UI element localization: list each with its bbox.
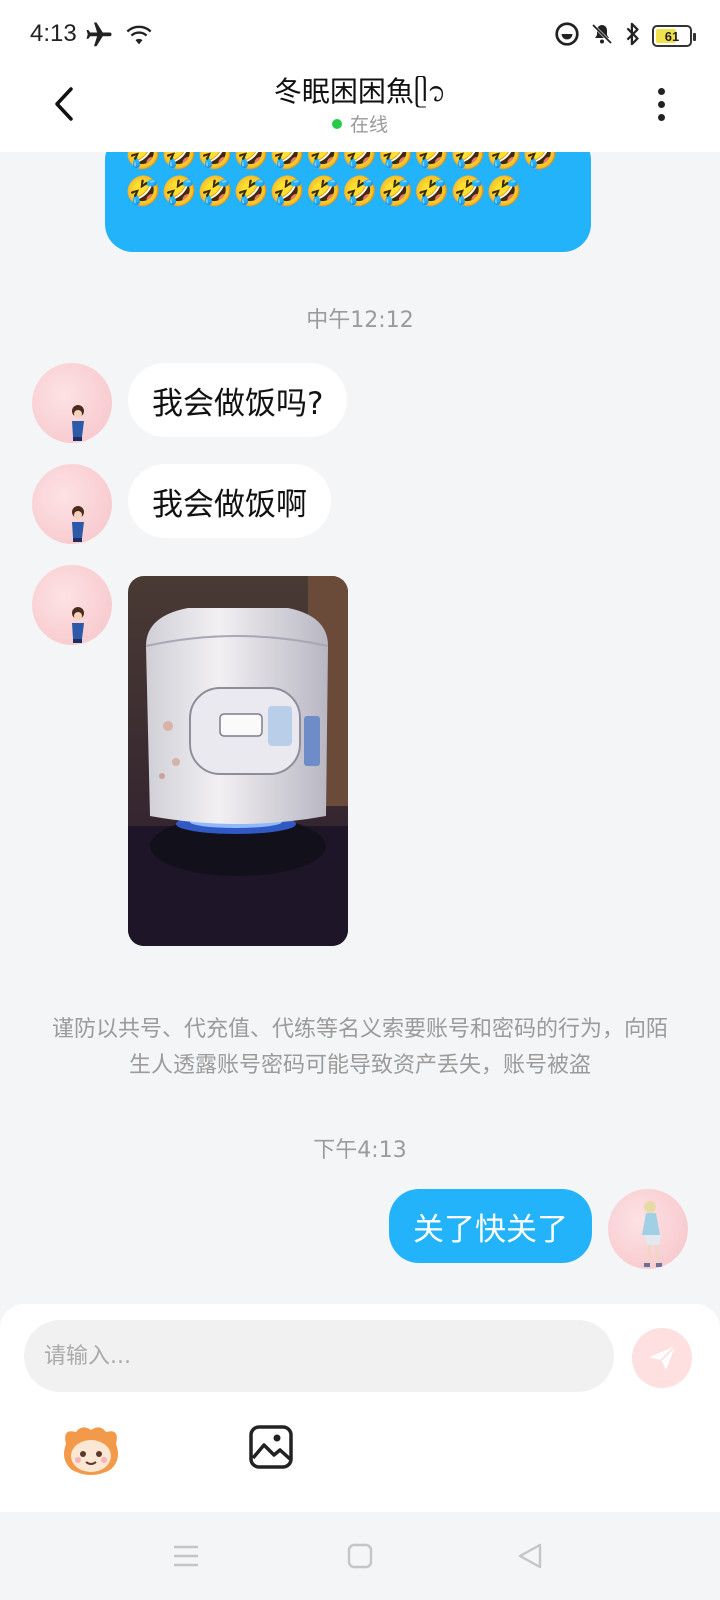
message-bubble[interactable]: 我会做饭吗?: [128, 363, 348, 437]
battery-icon: 61: [652, 25, 696, 47]
timestamp: 中午12:12: [306, 308, 414, 333]
timestamp: 下午4:13: [313, 1138, 407, 1163]
back-nav-button[interactable]: [512, 1538, 548, 1574]
input-panel: [0, 1304, 720, 1512]
anime-character-avatar-icon: [72, 506, 84, 542]
photo-message[interactable]: [128, 576, 348, 946]
rice-cooker-photo-icon: [128, 576, 348, 946]
message-bubble[interactable]: 我会做饭啊: [128, 464, 331, 538]
anime-character-avatar-icon: [72, 607, 84, 643]
emoji-mascot-button[interactable]: [60, 1424, 122, 1478]
home-icon: [347, 1543, 373, 1569]
system-navigation-bar: [0, 1512, 720, 1600]
message-bubble-emojis[interactable]: 🤣🤣🤣🤣🤣🤣🤣🤣🤣🤣🤣🤣🤣🤣🤣🤣🤣🤣🤣🤣🤣🤣🤣: [105, 152, 591, 252]
anime-character-avatar-icon: [72, 405, 84, 441]
more-dot-icon: [657, 113, 665, 121]
emoji-mascot-icon: [64, 1427, 118, 1475]
online-status: 在线: [0, 110, 720, 137]
image-icon: [249, 1425, 293, 1469]
wifi-icon: [124, 21, 154, 53]
battery-text: 61: [664, 28, 680, 44]
chat-area[interactable]: 🤣🤣🤣🤣🤣🤣🤣🤣🤣🤣🤣🤣🤣🤣🤣🤣🤣🤣🤣🤣🤣🤣🤣 中午12:12 我会做饭吗? 我…: [0, 152, 720, 1304]
avatar[interactable]: [32, 464, 112, 544]
more-dot-icon: [657, 100, 665, 108]
bluetooth-icon: [624, 20, 642, 52]
status-time: 4:13: [30, 20, 77, 47]
paper-plane-icon: [648, 1345, 676, 1370]
airplane-icon: [84, 20, 114, 54]
menu-button[interactable]: [168, 1538, 204, 1574]
menu-icon: [174, 1545, 198, 1567]
anime-girl-avatar-icon: [642, 1201, 662, 1267]
online-status-text: 在线: [349, 114, 388, 136]
back-triangle-icon: [518, 1543, 542, 1569]
more-options-button[interactable]: [646, 84, 676, 124]
my-message-bubble[interactable]: 关了快关了: [389, 1189, 592, 1263]
message-input[interactable]: [24, 1320, 614, 1392]
my-avatar[interactable]: [608, 1189, 688, 1269]
more-dot-icon: [657, 87, 665, 95]
avatar[interactable]: [32, 565, 112, 645]
status-bar: 4:13 61: [0, 0, 720, 70]
mute-icon: [590, 21, 614, 51]
security-warning: 谨防以共号、代充值、代练等名义索要账号和密码的行为，向陌生人透露账号密码可能导致…: [51, 1017, 668, 1078]
chat-header: 冬眠困困魚ᥫ᭡ 在线: [0, 70, 720, 152]
send-button[interactable]: [632, 1328, 692, 1388]
online-dot-icon: [331, 118, 342, 129]
avatar[interactable]: [32, 363, 112, 443]
image-picker-button[interactable]: [248, 1424, 294, 1470]
home-button[interactable]: [342, 1538, 378, 1574]
focus-mode-icon: [554, 21, 580, 51]
